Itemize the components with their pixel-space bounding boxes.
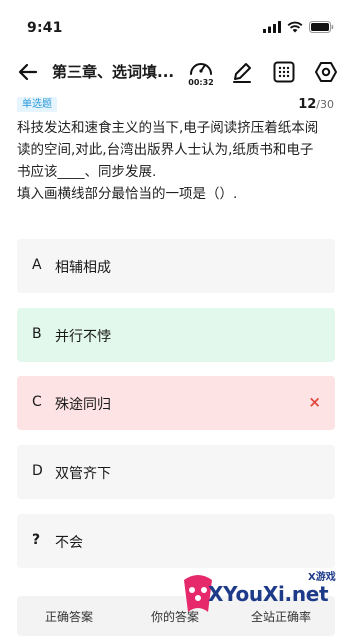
status-icons [263,19,334,35]
header: 第三章、选词填... 00:32 [0,52,350,92]
option-letter: B [32,326,42,342]
speedometer-icon [190,63,212,75]
progress-total: /30 [316,98,334,111]
status-bar: 9:41 [0,0,350,52]
signal-icon [263,21,281,33]
option-b[interactable]: B 并行不悖 [17,308,335,362]
question-progress: 12/30 [298,97,334,112]
grid-icon[interactable] [272,60,296,84]
timer-value: 00:32 [188,78,214,87]
status-time: 9:41 [27,20,63,36]
wrong-mark-icon: × [308,393,321,411]
option-dont-know[interactable]: ? 不会 [17,514,335,568]
option-text: 并行不悖 [55,329,111,345]
question-text: 科技发达和速食主义的当下,电子阅读挤压着纸本阅 读的空间,对此,台湾出版界人士认… [17,117,335,205]
question-line: 书应该____、同步发展. [17,164,157,180]
settings-hexagon-icon[interactable] [314,60,338,84]
option-letter: ? [32,532,41,548]
question-line: 填入画横线部分最恰当的一项是（）. [17,186,238,202]
page-title: 第三章、选词填... [52,63,175,81]
option-text: 双管齐下 [55,466,111,482]
question-line: 科技发达和速食主义的当下,电子阅读挤压着纸本阅 [17,120,319,136]
battery-icon [309,21,334,33]
option-d[interactable]: D 双管齐下 [17,445,335,499]
option-letter: D [32,463,43,479]
watermark-small: X游戏 [308,572,336,583]
pen-icon[interactable] [230,60,254,84]
option-text: 殊途同归 [55,397,111,413]
option-letter: C [32,394,42,410]
watermark: X游戏 XYouXi.net [178,566,348,622]
question-line: 读的空间,对此,台湾出版界人士认为,纸质书和电子 [17,142,314,158]
option-letter: A [32,257,42,273]
option-c[interactable]: C 殊途同归 × [17,376,335,430]
back-arrow-icon[interactable] [16,60,40,84]
option-text: 不会 [55,535,83,551]
question-type-badge: 单选题 [17,97,57,112]
watermark-text: XYouXi.net [208,582,329,606]
option-text: 相辅相成 [55,260,111,276]
timer-button[interactable]: 00:32 [188,57,214,89]
progress-current: 12 [298,97,317,112]
correct-answer-label[interactable]: 正确答案 [45,608,93,625]
option-a[interactable]: A 相辅相成 [17,239,335,293]
wifi-icon [287,21,303,33]
